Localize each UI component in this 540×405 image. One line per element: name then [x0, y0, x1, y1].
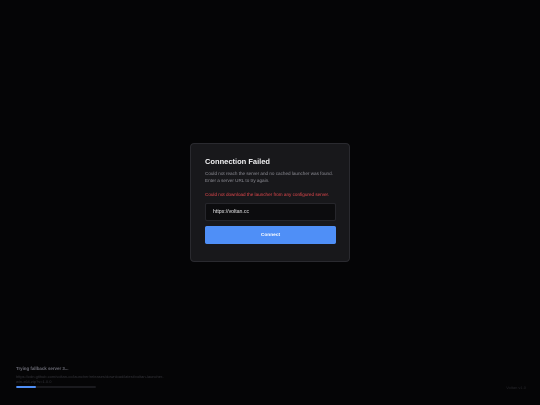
dialog-message: Could not reach the server and no cached…: [205, 171, 333, 183]
app-window: Connection Failed Could not reach the se…: [0, 0, 540, 405]
dialog-title: Connection Failed: [205, 157, 271, 166]
status-detail: https://cdn.github.com/voltan-cc/launche…: [16, 374, 164, 384]
status-area: Trying fallback server 3... https://cdn.…: [16, 366, 186, 388]
version-label: Voltan v1.0: [506, 385, 526, 390]
connect-button[interactable]: Connect: [205, 226, 336, 245]
status-title: Trying fallback server 3...: [16, 366, 69, 371]
error-message: Could not download the launcher from any…: [205, 192, 330, 198]
connection-failed-dialog: Connection Failed Could not reach the se…: [190, 143, 350, 262]
progress-bar: [16, 386, 96, 388]
server-url-input[interactable]: [205, 203, 336, 222]
progress-bar-fill: [16, 386, 36, 388]
